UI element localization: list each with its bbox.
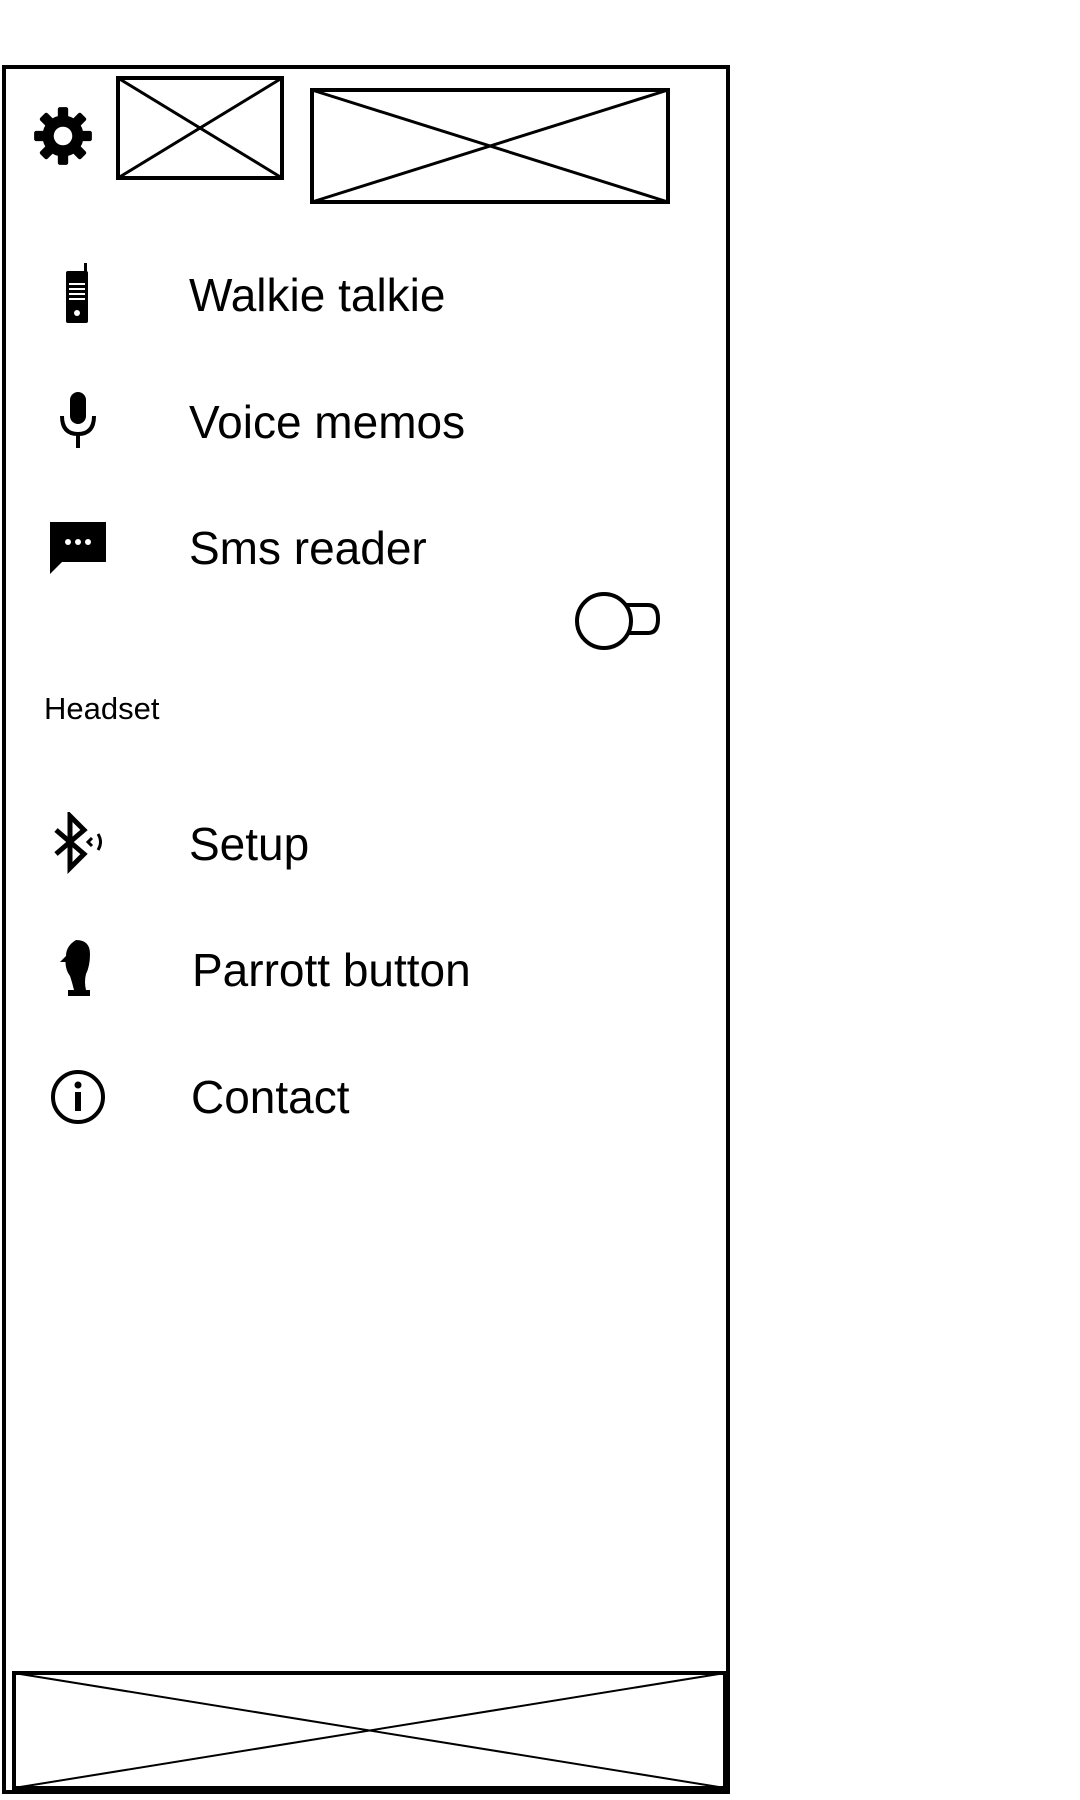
menu-item-setup[interactable]: Setup bbox=[6, 788, 726, 898]
navigation-drawer: Walkie talkie Voice memos Sms reader Hea… bbox=[2, 65, 730, 1794]
sms-reader-toggle[interactable] bbox=[572, 589, 672, 653]
title-image-placeholder bbox=[310, 88, 670, 204]
menu-item-contact[interactable]: Contact bbox=[6, 1041, 726, 1151]
footer-banner-placeholder bbox=[12, 1671, 727, 1790]
headset-section-header: Headset bbox=[44, 691, 160, 726]
parrot-icon bbox=[46, 938, 110, 1002]
menu-item-voice-memos[interactable]: Voice memos bbox=[6, 366, 726, 476]
microphone-icon bbox=[46, 390, 110, 454]
menu-item-sms-reader[interactable]: Sms reader bbox=[6, 492, 726, 602]
menu-item-parrott-button[interactable]: Parrott button bbox=[6, 914, 726, 1024]
walkie-talkie-icon bbox=[46, 263, 110, 327]
gear-icon[interactable] bbox=[30, 103, 96, 169]
menu-item-label: Contact bbox=[191, 1071, 350, 1123]
menu-item-label: Parrott button bbox=[192, 944, 471, 996]
bluetooth-icon bbox=[46, 812, 110, 876]
menu-item-walkie-talkie[interactable]: Walkie talkie bbox=[6, 239, 726, 349]
sms-message-icon bbox=[46, 516, 110, 580]
logo-image-placeholder bbox=[116, 76, 284, 180]
menu-item-label: Sms reader bbox=[189, 522, 427, 574]
menu-item-label: Voice memos bbox=[189, 396, 466, 448]
info-icon bbox=[46, 1065, 110, 1129]
menu-item-label: Setup bbox=[189, 818, 310, 870]
menu-item-label: Walkie talkie bbox=[189, 269, 446, 321]
